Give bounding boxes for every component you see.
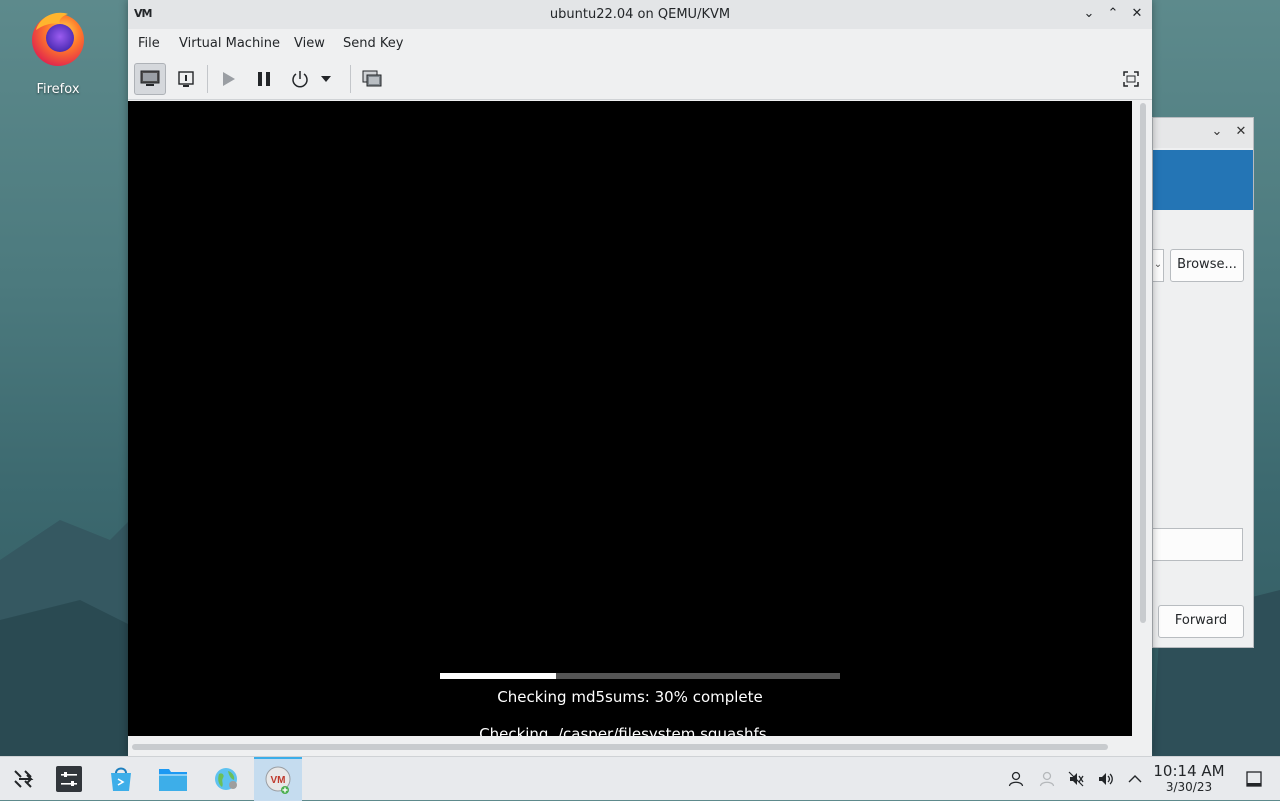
pause-icon — [258, 72, 270, 86]
taskbar-file-manager[interactable] — [150, 757, 196, 801]
menu-bar: File Virtual Machine View Send Key — [128, 29, 1152, 59]
forward-button[interactable]: Forward — [1158, 605, 1244, 638]
vm-window: VM ubuntu22.04 on QEMU/KVM ⌄ ⌃ ✕ File Vi… — [128, 0, 1152, 756]
firefox-desktop-icon[interactable]: Firefox — [18, 8, 98, 97]
user-switch-icon[interactable] — [1038, 770, 1056, 788]
user-icon[interactable] — [1007, 770, 1025, 788]
show-desktop-icon[interactable] — [1245, 770, 1263, 788]
minimize-icon[interactable]: ⌄ — [1081, 6, 1097, 22]
toolbar — [128, 59, 1152, 100]
menu-send-key[interactable]: Send Key — [343, 36, 403, 51]
taskbar-web-browser[interactable] — [203, 757, 249, 801]
dialog-titlebar: ⌄ ✕ — [1153, 118, 1253, 148]
snapshots-button[interactable] — [356, 63, 388, 95]
menu-file[interactable]: File — [138, 36, 160, 51]
virt-manager-icon: VM — [265, 766, 291, 794]
taskbar-discover[interactable] — [98, 757, 144, 801]
window-titlebar: VM ubuntu22.04 on QEMU/KVM ⌄ ⌃ ✕ — [128, 0, 1152, 29]
close-icon[interactable]: ✕ — [1129, 6, 1145, 22]
toolbar-separator — [207, 65, 208, 93]
browse-button[interactable]: Browse... — [1170, 249, 1244, 282]
os-search-field[interactable] — [1153, 528, 1243, 561]
taskbar: VM 10:14 AM 3/30/23 — [0, 756, 1280, 801]
svg-text:VM: VM — [271, 775, 286, 786]
pause-button[interactable] — [248, 63, 280, 95]
md5-status-text: Checking md5sums: 30% complete — [497, 688, 763, 706]
dropdown-icon — [321, 76, 331, 82]
maximize-icon[interactable]: ⌃ — [1105, 6, 1121, 22]
dialog-banner — [1153, 150, 1253, 210]
power-icon — [292, 71, 308, 88]
taskbar-system-settings[interactable] — [46, 757, 92, 801]
application-launcher[interactable] — [0, 757, 46, 801]
firefox-icon — [32, 12, 84, 66]
snapshots-icon — [362, 70, 382, 87]
clock-date: 3/30/23 — [1165, 780, 1213, 794]
details-icon — [178, 71, 194, 87]
details-button[interactable] — [170, 63, 202, 95]
md5-file-text: Checking ./casper/filesystem.squashfs... — [479, 725, 781, 736]
settings-icon — [56, 766, 82, 792]
firefox-desktop-label: Firefox — [36, 82, 80, 97]
discover-icon — [111, 767, 131, 791]
volume-icon[interactable] — [1097, 770, 1115, 788]
md5-progress-bar — [440, 673, 840, 679]
run-button[interactable] — [212, 63, 244, 95]
chevron-down-icon[interactable]: ⌄ — [1209, 124, 1225, 140]
tray-expand-icon[interactable] — [1126, 770, 1144, 788]
menu-virtual-machine[interactable]: Virtual Machine — [179, 36, 280, 51]
speaker-muted-icon[interactable] — [1067, 770, 1085, 788]
close-icon[interactable]: ✕ — [1233, 124, 1249, 140]
vm-console-screen[interactable]: Checking md5sums: 30% complete Checking … — [128, 101, 1132, 736]
horizontal-scrollbar[interactable] — [132, 744, 1108, 750]
fullscreen-button[interactable] — [1115, 63, 1147, 95]
new-vm-dialog: ⌄ ✕ ⌄ Browse... Forward — [1152, 117, 1254, 648]
clock[interactable]: 10:14 AM 3/30/23 — [1150, 763, 1228, 795]
console-button[interactable] — [134, 63, 166, 95]
folder-icon — [159, 769, 187, 791]
taskbar-virt-manager[interactable]: VM — [254, 757, 302, 801]
iso-combo-box[interactable]: ⌄ — [1153, 249, 1164, 282]
launcher-icon — [14, 770, 34, 788]
globe-icon — [215, 768, 237, 790]
console-icon — [140, 70, 160, 86]
menu-view[interactable]: View — [294, 36, 325, 51]
clock-time: 10:14 AM — [1153, 762, 1225, 780]
power-menu-button[interactable] — [316, 63, 336, 95]
window-title: ubuntu22.04 on QEMU/KVM — [549, 7, 731, 22]
fullscreen-icon — [1123, 71, 1139, 87]
run-icon — [223, 72, 235, 86]
md5-progress-fill — [440, 673, 556, 679]
toolbar-separator — [350, 65, 351, 93]
vertical-scrollbar[interactable] — [1140, 103, 1146, 623]
power-button[interactable] — [284, 63, 316, 95]
